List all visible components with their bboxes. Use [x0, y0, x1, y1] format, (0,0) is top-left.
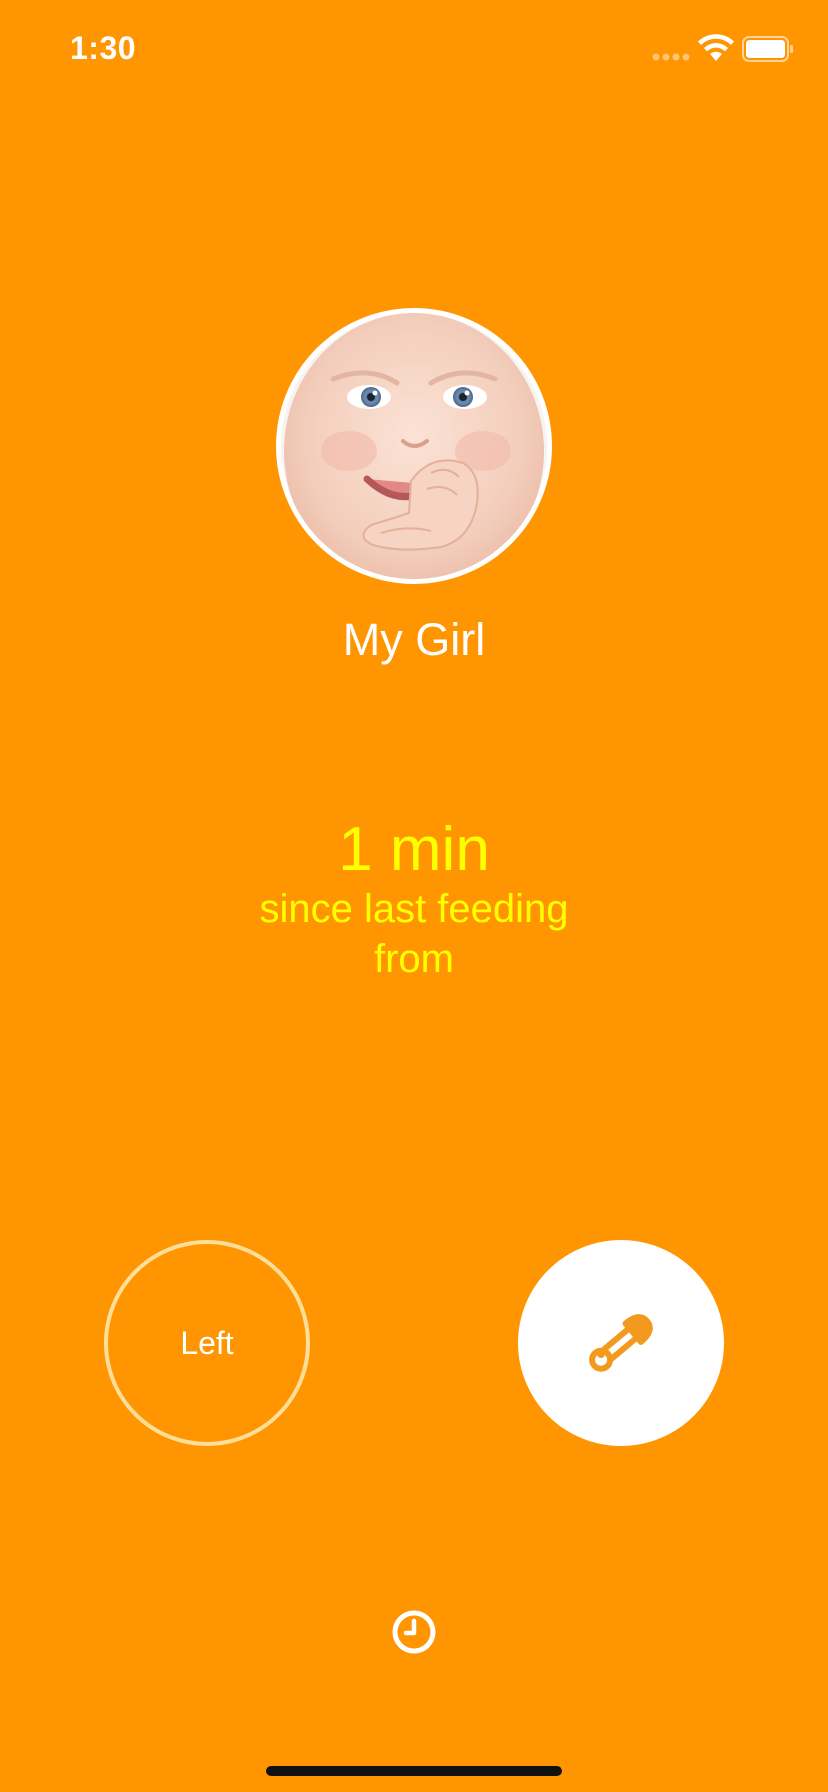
battery-icon [742, 36, 793, 62]
wifi-icon [698, 34, 734, 61]
feeding-screen: 1:30 My Girl 1 min since last feeding fr… [0, 0, 828, 1792]
left-button-label: Left [180, 1324, 234, 1361]
left-feeding-button[interactable]: Left [104, 1240, 310, 1446]
clock-icon [392, 1610, 436, 1654]
status-time: 1:30 [70, 30, 137, 66]
since-label: since last feeding [259, 887, 569, 931]
signal-icon [652, 53, 690, 61]
home-indicator [266, 1766, 562, 1776]
baby-avatar[interactable] [276, 308, 552, 584]
safety-pin-icon [589, 1314, 653, 1372]
baby-photo [281, 313, 547, 579]
from-label: from [374, 937, 454, 981]
elapsed-time: 1 min [338, 815, 490, 884]
baby-name: My Girl [342, 614, 486, 665]
diaper-button[interactable] [518, 1240, 724, 1446]
status-bar: 1:30 [0, 0, 828, 100]
history-button[interactable] [391, 1609, 437, 1655]
